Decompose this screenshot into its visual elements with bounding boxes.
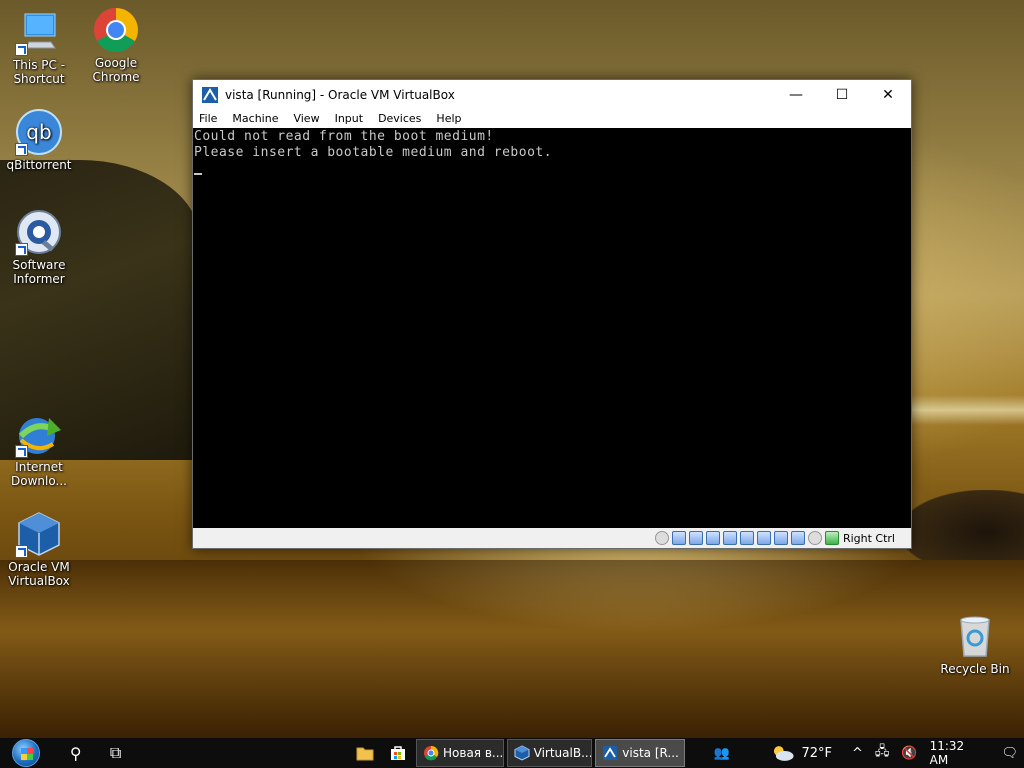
optical-drive-icon[interactable] — [654, 531, 669, 545]
taskbar-app-label: vista [R... — [622, 746, 679, 760]
taskbar-app-label: Новая в... — [443, 746, 504, 760]
close-button[interactable]: ✕ — [865, 80, 911, 109]
desktop-icon-this-pc[interactable]: This PC - Shortcut — [1, 8, 77, 86]
desktop-icon-label: Recycle Bin — [940, 662, 1010, 676]
network-adapter-icon[interactable] — [688, 531, 703, 545]
vm-console-screen[interactable]: Could not read from the boot medium! Ple… — [193, 128, 911, 528]
shortcut-arrow-icon — [15, 43, 28, 56]
search-button[interactable]: ⚲ — [56, 738, 96, 768]
store-icon — [391, 746, 406, 760]
taskbar-app-vista-vm[interactable]: vista [R... — [595, 739, 685, 767]
minimize-button[interactable]: — — [773, 80, 819, 109]
host-key-label: Right Ctrl — [842, 531, 895, 545]
system-tray: 👥 72°F ^ 🖧 🔇 11:32 AM 🗨 — [708, 738, 1024, 768]
mouse-integration-icon[interactable] — [807, 531, 822, 545]
shortcut-arrow-icon — [15, 243, 28, 256]
desktop-icon-label: Software Informer — [12, 258, 66, 286]
virtualbox-vm-window[interactable]: vista [Running] - Oracle VM VirtualBox —… — [192, 79, 912, 549]
clock[interactable]: 11:32 AM — [930, 739, 986, 767]
network-icon[interactable]: 🖧 — [875, 742, 890, 764]
taskbar-app-chrome[interactable]: Новая в... — [416, 739, 504, 767]
menu-help[interactable]: Help — [436, 112, 461, 125]
desktop-icon-chrome[interactable]: Google Chrome — [78, 6, 154, 84]
shortcut-arrow-icon — [15, 445, 28, 458]
vm-window-icon — [202, 86, 218, 103]
keyboard-capture-icon[interactable] — [824, 531, 839, 545]
computer-icon — [15, 8, 63, 56]
desktop-icon-label: Internet Downlo... — [11, 460, 67, 488]
menu-machine[interactable]: Machine — [232, 112, 278, 125]
recycle-bin-icon — [951, 612, 999, 660]
taskbar-app-virtualbox[interactable]: VirtualB... — [506, 739, 593, 767]
console-line: Please insert a bootable medium and rebo… — [194, 145, 553, 160]
window-titlebar[interactable]: vista [Running] - Oracle VM VirtualBox —… — [193, 80, 911, 109]
display-icon[interactable] — [739, 531, 754, 545]
desktop-icon-qbittorrent[interactable]: qb qBittorrent — [1, 108, 77, 172]
menu-input[interactable]: Input — [335, 112, 363, 125]
console-line: Could not read from the boot medium! — [194, 129, 494, 144]
window-title: vista [Running] - Oracle VM VirtualBox — [225, 87, 455, 102]
internet-download-manager-icon — [15, 410, 63, 458]
desktop-icon-software-informer[interactable]: Software Informer — [1, 208, 77, 286]
chrome-icon — [424, 745, 439, 761]
start-button[interactable] — [10, 738, 42, 768]
menu-bar: File Machine View Input Devices Help — [193, 109, 911, 128]
desktop-icon-label: qBittorrent — [6, 158, 72, 172]
windows-logo-icon — [11, 739, 40, 767]
qbittorrent-icon: qb — [15, 108, 63, 156]
software-informer-icon — [15, 208, 63, 256]
notifications-icon[interactable]: 🗨 — [1001, 746, 1018, 761]
desktop-icon-label: Google Chrome — [92, 56, 140, 84]
shared-folders-icon[interactable] — [722, 531, 737, 545]
pinned-store[interactable] — [380, 738, 416, 768]
folder-icon — [356, 747, 374, 761]
weather-cloudy-icon[interactable] — [770, 743, 796, 763]
cpu-icon[interactable] — [790, 531, 805, 545]
volume-muted-icon[interactable]: 🔇 — [901, 746, 917, 761]
wallpaper-wave — [910, 395, 1024, 425]
desktop-icon-label: Oracle VM VirtualBox — [8, 560, 70, 588]
shortcut-arrow-icon — [15, 143, 28, 156]
task-view-button[interactable]: ⧉ — [96, 738, 136, 768]
search-icon: ⚲ — [69, 743, 82, 763]
wallpaper-reflection — [0, 560, 1024, 738]
weather-temperature[interactable]: 72°F — [801, 746, 832, 761]
menu-devices[interactable]: Devices — [378, 112, 421, 125]
virtualbox-icon — [514, 745, 530, 761]
menu-file[interactable]: File — [199, 112, 217, 125]
maximize-button[interactable]: ☐ — [819, 80, 865, 109]
desktop-icon-recycle-bin[interactable]: Recycle Bin — [937, 612, 1013, 676]
pinned-file-explorer[interactable] — [350, 738, 380, 768]
shortcut-arrow-icon — [15, 545, 28, 558]
chrome-icon — [92, 6, 140, 54]
show-hidden-icons-chevron-icon[interactable]: ^ — [852, 746, 863, 761]
usb-icon[interactable] — [705, 531, 720, 545]
audio-icon[interactable] — [671, 531, 686, 545]
desktop-icon-internet-download-manager[interactable]: Internet Downlo... — [1, 410, 77, 488]
task-view-icon: ⧉ — [109, 743, 122, 762]
taskbar-app-label: VirtualB... — [533, 746, 593, 760]
desktop-icon-virtualbox[interactable]: Oracle VM VirtualBox — [1, 510, 77, 588]
qbittorrent-glyph-text: qb — [26, 120, 51, 144]
people-icon[interactable]: 👥 — [714, 746, 730, 761]
desktop-icon-label: This PC - Shortcut — [12, 58, 66, 86]
video-capture-icon[interactable] — [756, 531, 771, 545]
taskbar: ⚲ ⧉ Новая в... VirtualB... vista [R... 👥… — [0, 738, 1024, 768]
console-cursor — [194, 173, 202, 175]
virtualization-icon[interactable] — [773, 531, 788, 545]
wallpaper-rock-right — [900, 490, 1024, 560]
vm-status-bar: Right Ctrl — [193, 528, 911, 548]
vm-window-icon — [603, 746, 618, 760]
menu-view[interactable]: View — [293, 112, 319, 125]
virtualbox-icon — [15, 510, 63, 558]
